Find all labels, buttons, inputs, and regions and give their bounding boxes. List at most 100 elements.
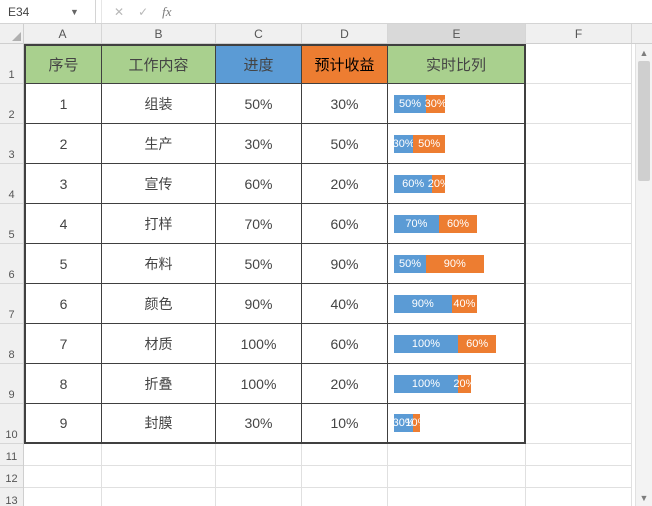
scroll-thumb[interactable]: [638, 61, 650, 181]
cell-A13[interactable]: [24, 488, 102, 506]
cell-D3[interactable]: 50%: [302, 124, 388, 164]
cell-F6[interactable]: [526, 244, 632, 284]
cell-B3[interactable]: 生产: [102, 124, 216, 164]
cell-D2[interactable]: 30%: [302, 84, 388, 124]
col-header-F[interactable]: F: [526, 24, 632, 43]
dropdown-icon[interactable]: ▼: [66, 7, 83, 17]
cell-A8[interactable]: 7: [24, 324, 102, 364]
cell-E4[interactable]: 60%20%: [388, 164, 526, 204]
col-header-D[interactable]: D: [302, 24, 388, 43]
row-header-12[interactable]: 12: [0, 466, 23, 488]
cell-E6[interactable]: 50%90%: [388, 244, 526, 284]
row-header-10[interactable]: 10: [0, 404, 23, 444]
col-header-A[interactable]: A: [24, 24, 102, 43]
cell-B4[interactable]: 宣传: [102, 164, 216, 204]
row-header-6[interactable]: 6: [0, 244, 23, 284]
cell-E9[interactable]: 100%20%: [388, 364, 526, 404]
cell-F3[interactable]: [526, 124, 632, 164]
cell-D5[interactable]: 60%: [302, 204, 388, 244]
row-header-13[interactable]: 13: [0, 488, 23, 506]
cell-B6[interactable]: 布料: [102, 244, 216, 284]
cell-C1[interactable]: 进度: [216, 44, 302, 84]
cell-A7[interactable]: 6: [24, 284, 102, 324]
cell-E7[interactable]: 90%40%: [388, 284, 526, 324]
cell-F9[interactable]: [526, 364, 632, 404]
row-header-1[interactable]: 1: [0, 44, 23, 84]
cell-E11[interactable]: [388, 444, 526, 466]
cell-F11[interactable]: [526, 444, 632, 466]
cell-C11[interactable]: [216, 444, 302, 466]
cell-A4[interactable]: 3: [24, 164, 102, 204]
cell-C12[interactable]: [216, 466, 302, 488]
cancel-icon[interactable]: ✕: [114, 5, 124, 19]
cell-B5[interactable]: 打样: [102, 204, 216, 244]
formula-input[interactable]: [184, 0, 652, 23]
cell-C10[interactable]: 30%: [216, 404, 302, 444]
cell-B11[interactable]: [102, 444, 216, 466]
cell-D9[interactable]: 20%: [302, 364, 388, 404]
cell-C8[interactable]: 100%: [216, 324, 302, 364]
cell-A11[interactable]: [24, 444, 102, 466]
cell-D12[interactable]: [302, 466, 388, 488]
cell-C13[interactable]: [216, 488, 302, 506]
cell-A1[interactable]: 序号: [24, 44, 102, 84]
cell-F1[interactable]: [526, 44, 632, 84]
cell-E3[interactable]: 30%50%: [388, 124, 526, 164]
cell-B9[interactable]: 折叠: [102, 364, 216, 404]
cell-D13[interactable]: [302, 488, 388, 506]
cell-F5[interactable]: [526, 204, 632, 244]
cell-D4[interactable]: 20%: [302, 164, 388, 204]
cell-D8[interactable]: 60%: [302, 324, 388, 364]
cell-B2[interactable]: 组装: [102, 84, 216, 124]
cell-E1[interactable]: 实时比列: [388, 44, 526, 84]
cell-E12[interactable]: [388, 466, 526, 488]
name-box-wrap[interactable]: ▼: [0, 0, 96, 23]
cell-D1[interactable]: 预计收益: [302, 44, 388, 84]
cell-C4[interactable]: 60%: [216, 164, 302, 204]
cell-A6[interactable]: 5: [24, 244, 102, 284]
cell-F10[interactable]: [526, 404, 632, 444]
scroll-up-icon[interactable]: ▲: [636, 44, 652, 61]
select-all-corner[interactable]: [0, 24, 24, 44]
cell-F12[interactable]: [526, 466, 632, 488]
confirm-icon[interactable]: ✓: [138, 5, 148, 19]
cell-A3[interactable]: 2: [24, 124, 102, 164]
cell-D10[interactable]: 10%: [302, 404, 388, 444]
cell-E10[interactable]: 30%10%: [388, 404, 526, 444]
row-header-8[interactable]: 8: [0, 324, 23, 364]
cell-C5[interactable]: 70%: [216, 204, 302, 244]
cell-B12[interactable]: [102, 466, 216, 488]
row-header-4[interactable]: 4: [0, 164, 23, 204]
cell-B1[interactable]: 工作内容: [102, 44, 216, 84]
cell-E8[interactable]: 100%60%: [388, 324, 526, 364]
cells-area[interactable]: 序号工作内容进度预计收益实时比列1组装50%30%50%30%2生产30%50%…: [24, 44, 652, 506]
vertical-scrollbar[interactable]: ▲ ▼: [635, 44, 652, 506]
cell-C7[interactable]: 90%: [216, 284, 302, 324]
cell-C3[interactable]: 30%: [216, 124, 302, 164]
cell-C9[interactable]: 100%: [216, 364, 302, 404]
col-header-B[interactable]: B: [102, 24, 216, 43]
fx-icon[interactable]: fx: [162, 4, 171, 20]
cell-A2[interactable]: 1: [24, 84, 102, 124]
row-header-7[interactable]: 7: [0, 284, 23, 324]
row-header-2[interactable]: 2: [0, 84, 23, 124]
cell-C6[interactable]: 50%: [216, 244, 302, 284]
scroll-track[interactable]: [636, 61, 652, 489]
cell-F4[interactable]: [526, 164, 632, 204]
cell-A5[interactable]: 4: [24, 204, 102, 244]
name-box[interactable]: [6, 4, 66, 20]
cell-A9[interactable]: 8: [24, 364, 102, 404]
cell-A10[interactable]: 9: [24, 404, 102, 444]
cell-B10[interactable]: 封膜: [102, 404, 216, 444]
row-header-11[interactable]: 11: [0, 444, 23, 466]
col-header-C[interactable]: C: [216, 24, 302, 43]
col-header-E[interactable]: E: [388, 24, 526, 43]
row-header-9[interactable]: 9: [0, 364, 23, 404]
cell-E2[interactable]: 50%30%: [388, 84, 526, 124]
cell-F8[interactable]: [526, 324, 632, 364]
row-header-3[interactable]: 3: [0, 124, 23, 164]
cell-C2[interactable]: 50%: [216, 84, 302, 124]
cell-F13[interactable]: [526, 488, 632, 506]
row-header-5[interactable]: 5: [0, 204, 23, 244]
cell-B8[interactable]: 材质: [102, 324, 216, 364]
